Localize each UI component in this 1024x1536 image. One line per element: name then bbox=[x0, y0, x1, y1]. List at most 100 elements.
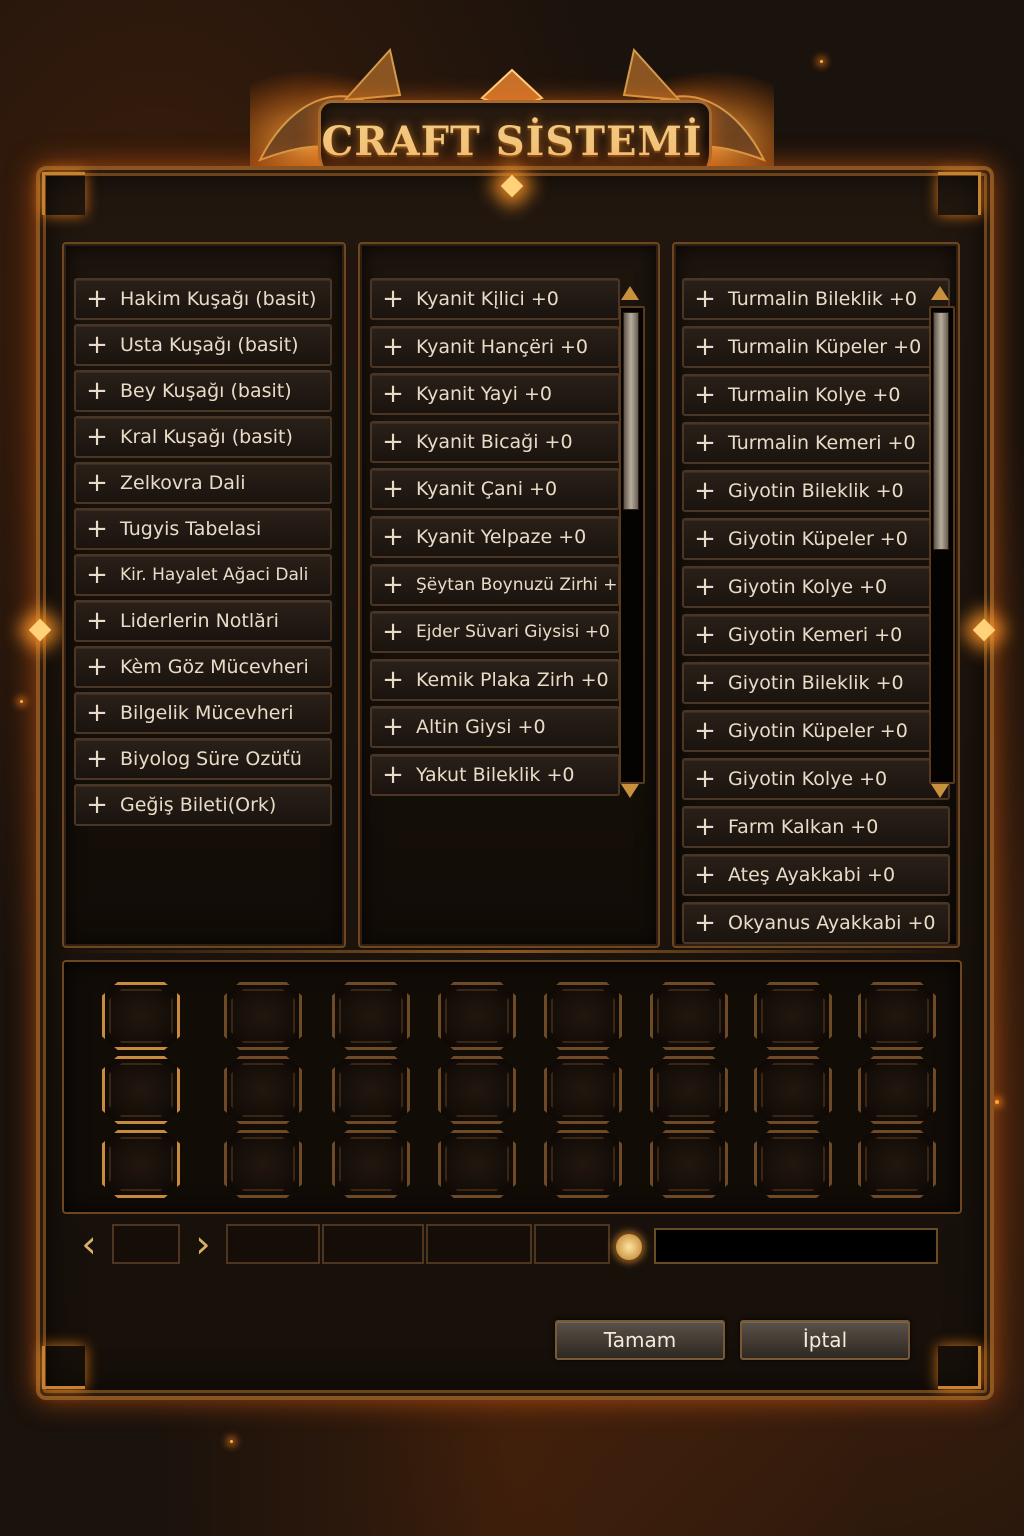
plus-icon[interactable]: + bbox=[376, 381, 410, 407]
left-recipe-item[interactable]: + Liderlerin Notlări bbox=[74, 600, 332, 642]
plus-icon[interactable]: + bbox=[688, 718, 722, 744]
right-scroll-down-icon[interactable] bbox=[931, 784, 949, 798]
plus-icon[interactable]: + bbox=[376, 429, 410, 455]
plus-icon[interactable]: + bbox=[376, 572, 410, 598]
plus-icon[interactable]: + bbox=[688, 334, 722, 360]
plus-icon[interactable]: + bbox=[80, 516, 114, 542]
material-slot[interactable] bbox=[754, 1056, 832, 1124]
material-slot[interactable] bbox=[438, 1130, 516, 1198]
plus-icon[interactable]: + bbox=[80, 424, 114, 450]
left-recipe-item[interactable]: + Biyolog Süre Ozüťü bbox=[74, 738, 332, 780]
left-recipe-item[interactable]: + Bey Kuşağı (basit) bbox=[74, 370, 332, 412]
material-slot[interactable] bbox=[224, 982, 302, 1050]
material-slot[interactable] bbox=[102, 1056, 180, 1124]
cancel-button[interactable]: İptal bbox=[740, 1320, 910, 1360]
material-slot[interactable] bbox=[332, 1130, 410, 1198]
right-recipe-list[interactable]: + Turmalin Bileklik +0 + Turmalin Küpeler +… bbox=[672, 242, 960, 948]
right-recipe-item[interactable]: + Giyotin Kemeri +0 bbox=[682, 614, 950, 656]
middle-scrollbar[interactable] bbox=[619, 306, 645, 784]
left-recipe-item[interactable]: + Kral Kuşağı (basit) bbox=[74, 416, 332, 458]
plus-icon[interactable]: + bbox=[80, 332, 114, 358]
left-recipe-item[interactable]: + Kir. Hayalet Ağaci Dali bbox=[74, 554, 332, 596]
middle-scroll-down-icon[interactable] bbox=[621, 784, 639, 798]
left-recipe-item[interactable]: + Tugyis Tabelasi bbox=[74, 508, 332, 550]
plus-icon[interactable]: + bbox=[688, 766, 722, 792]
plus-icon[interactable]: + bbox=[80, 286, 114, 312]
right-recipe-item[interactable]: + Okyanus Ayakkabi +0 bbox=[682, 902, 950, 944]
plus-icon[interactable]: + bbox=[80, 746, 114, 772]
plus-icon[interactable]: + bbox=[80, 378, 114, 404]
plus-icon[interactable]: + bbox=[80, 654, 114, 680]
material-slot[interactable] bbox=[858, 1056, 936, 1124]
plus-icon[interactable]: + bbox=[688, 526, 722, 552]
plus-icon[interactable]: + bbox=[80, 700, 114, 726]
material-slot[interactable] bbox=[544, 1130, 622, 1198]
gold-amount-field[interactable] bbox=[654, 1228, 938, 1264]
left-recipe-list[interactable]: + Hakim Kuşağı (basit) + Usta Kuşağı (basit… bbox=[62, 242, 346, 948]
material-slot[interactable] bbox=[858, 982, 936, 1050]
plus-icon[interactable]: + bbox=[376, 762, 410, 788]
material-slot[interactable] bbox=[224, 1130, 302, 1198]
material-slot[interactable] bbox=[438, 1056, 516, 1124]
material-slot[interactable] bbox=[102, 982, 180, 1050]
left-recipe-item[interactable]: + Kèm Göz Mücevheri bbox=[74, 646, 332, 688]
plus-icon[interactable]: + bbox=[80, 562, 114, 588]
material-slot[interactable] bbox=[650, 1130, 728, 1198]
right-recipe-item[interactable]: + Farm Kalkan +0 bbox=[682, 806, 950, 848]
plus-icon[interactable]: + bbox=[688, 862, 722, 888]
plus-icon[interactable]: + bbox=[376, 524, 410, 550]
right-recipe-item[interactable]: + Giyotin Küpeler +0 bbox=[682, 518, 950, 560]
material-slot[interactable] bbox=[754, 982, 832, 1050]
right-recipe-item[interactable]: + Turmalin Bileklik +0 bbox=[682, 278, 950, 320]
plus-icon[interactable]: + bbox=[376, 476, 410, 502]
material-slot[interactable] bbox=[332, 1056, 410, 1124]
plus-icon[interactable]: + bbox=[80, 608, 114, 634]
middle-recipe-item[interactable]: + Şëytan Boynuzü Zirhi +0 bbox=[370, 563, 620, 606]
right-recipe-item[interactable]: + Giyotin Küpeler +0 bbox=[682, 710, 950, 752]
material-slot[interactable] bbox=[332, 982, 410, 1050]
prev-page-icon[interactable]: ‹ bbox=[74, 1225, 104, 1263]
middle-recipe-item[interactable]: + Kyanit Çani +0 bbox=[370, 468, 620, 511]
left-recipe-item[interactable]: + Hakim Kuşağı (basit) bbox=[74, 278, 332, 320]
plus-icon[interactable]: + bbox=[688, 574, 722, 600]
right-scrollbar[interactable] bbox=[929, 306, 955, 784]
right-recipe-item[interactable]: + Giyotin Bileklik +0 bbox=[682, 662, 950, 704]
right-recipe-item[interactable]: + Turmalin Kolye +0 bbox=[682, 374, 950, 416]
plus-icon[interactable]: + bbox=[376, 286, 410, 312]
plus-icon[interactable]: + bbox=[688, 814, 722, 840]
middle-recipe-list[interactable]: + Kyanit Kįlici +0 + Kyanit Hançëri +0 + Kyan… bbox=[358, 242, 660, 948]
middle-recipe-item[interactable]: + Kyanit Kįlici +0 bbox=[370, 278, 620, 320]
right-scroll-up-icon[interactable] bbox=[931, 286, 949, 300]
middle-recipe-item[interactable]: + Ejder Süvari Giysisi +0 bbox=[370, 611, 620, 654]
middle-recipe-item[interactable]: + Kyanit Bicaği +0 bbox=[370, 420, 620, 463]
plus-icon[interactable]: + bbox=[688, 910, 722, 936]
middle-scroll-thumb[interactable] bbox=[623, 312, 639, 510]
right-recipe-item[interactable]: + Turmalin Küpeler +0 bbox=[682, 326, 950, 368]
material-slot[interactable] bbox=[650, 1056, 728, 1124]
left-recipe-item[interactable]: + Bilgelik Mücevheri bbox=[74, 692, 332, 734]
plus-icon[interactable]: + bbox=[688, 478, 722, 504]
material-slot[interactable] bbox=[544, 982, 622, 1050]
material-slot[interactable] bbox=[224, 1056, 302, 1124]
plus-icon[interactable]: + bbox=[376, 667, 410, 693]
plus-icon[interactable]: + bbox=[688, 622, 722, 648]
material-slot[interactable] bbox=[544, 1056, 622, 1124]
right-recipe-item[interactable]: + Turmalin Kemeri +0 bbox=[682, 422, 950, 464]
right-scroll-thumb[interactable] bbox=[933, 312, 949, 550]
right-recipe-item[interactable]: + Giyotin Kolye +0 bbox=[682, 758, 950, 800]
middle-recipe-item[interactable]: + Altin Giysi +0 bbox=[370, 706, 620, 749]
plus-icon[interactable]: + bbox=[80, 792, 114, 818]
plus-icon[interactable]: + bbox=[376, 714, 410, 740]
right-recipe-item[interactable]: + Giyotin Bileklik +0 bbox=[682, 470, 950, 512]
left-recipe-item[interactable]: + Usta Kuşağı (basit) bbox=[74, 324, 332, 366]
plus-icon[interactable]: + bbox=[688, 382, 722, 408]
plus-icon[interactable]: + bbox=[688, 286, 722, 312]
ok-button[interactable]: Tamam bbox=[555, 1320, 725, 1360]
middle-recipe-item[interactable]: + Kyanit Yayi +0 bbox=[370, 373, 620, 416]
plus-icon[interactable]: + bbox=[376, 619, 410, 645]
middle-recipe-item[interactable]: + Kyanit Hançëri +0 bbox=[370, 325, 620, 368]
material-slot[interactable] bbox=[102, 1130, 180, 1198]
middle-recipe-item[interactable]: + Kyanit Yelpaze +0 bbox=[370, 516, 620, 558]
right-recipe-item[interactable]: + Ateş Ayakkabi +0 bbox=[682, 854, 950, 896]
plus-icon[interactable]: + bbox=[688, 430, 722, 456]
